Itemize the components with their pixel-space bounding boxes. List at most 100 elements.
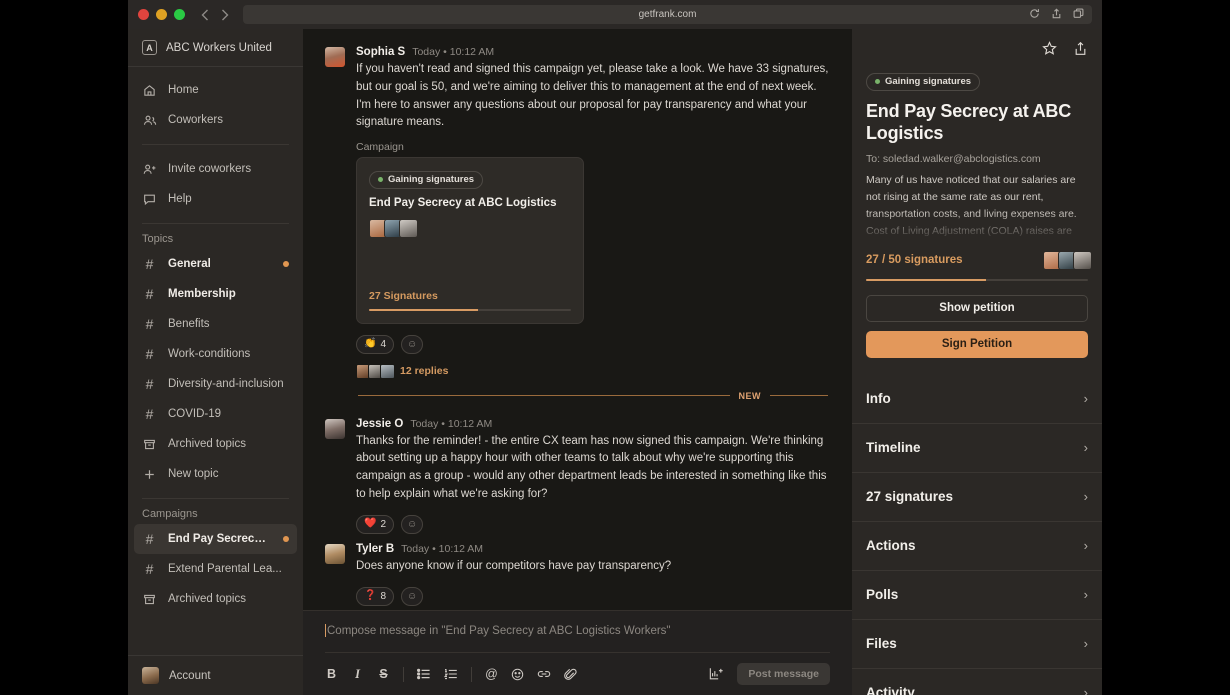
post-message-button[interactable]: Post message: [737, 663, 830, 685]
reaction-count: 2: [380, 518, 387, 530]
clap-emoji-icon: 👏: [364, 338, 377, 350]
new-badge: NEW: [738, 390, 761, 401]
address-bar[interactable]: getfrank.com: [243, 5, 1092, 24]
back-icon[interactable]: [201, 9, 209, 21]
sidebar-item-diversity-and-inclusion[interactable]: # Diversity-and-inclusion: [128, 369, 303, 399]
panel-section-activity[interactable]: Activity ›: [852, 667, 1102, 695]
toolbar-divider: [403, 666, 404, 682]
thread-replies[interactable]: 12 replies: [356, 363, 830, 379]
panel-section-polls[interactable]: Polls ›: [852, 569, 1102, 619]
sidebar-item-label: Coworkers: [168, 114, 223, 126]
sidebar-item-membership[interactable]: # Membership: [128, 279, 303, 309]
attachment-label: Campaign: [356, 141, 404, 154]
window-controls[interactable]: [138, 9, 185, 20]
signature-count-label: 27 / 50 signatures: [866, 254, 963, 266]
mention-icon[interactable]: @: [485, 666, 498, 683]
chat-column: Sophia S Today • 10:12 AM If you haven't…: [303, 29, 852, 695]
signer-avatars: [1043, 250, 1092, 270]
people-icon: [142, 114, 157, 127]
reaction-chip[interactable]: 👏 4: [356, 334, 395, 354]
hash-icon: #: [145, 316, 154, 332]
chevron-right-icon: ›: [1083, 440, 1088, 455]
minimize-window-button[interactable]: [156, 9, 167, 20]
campaign-card-title: End Pay Secrecy at ABC Logistics: [369, 196, 557, 209]
panel-section-actions[interactable]: Actions ›: [852, 520, 1102, 570]
sidebar-item-end-pay-secrecy[interactable]: # End Pay Secrecy at...: [134, 524, 297, 554]
sidebar-item-new-topic[interactable]: New topic: [128, 459, 303, 489]
add-reaction-icon[interactable]: ☺: [401, 586, 424, 606]
bulleted-list-icon[interactable]: [417, 666, 431, 683]
message-composer[interactable]: Compose message in "End Pay Secrecy at A…: [303, 610, 852, 695]
sidebar-item-invite-coworkers[interactable]: Invite coworkers: [128, 154, 303, 184]
share-icon[interactable]: [1073, 41, 1088, 61]
sign-petition-button[interactable]: Sign Petition: [866, 330, 1088, 358]
link-icon[interactable]: [537, 666, 551, 683]
sidebar-item-work-conditions[interactable]: # Work-conditions: [128, 339, 303, 369]
section-label: Info: [866, 390, 891, 406]
archive-icon: [142, 593, 157, 606]
panel-actions: [852, 29, 1102, 61]
campaigns-section-label: Campaigns: [142, 508, 198, 520]
sidebar-item-label: End Pay Secrecy at...: [168, 533, 272, 545]
workspace-name: ABC Workers United: [166, 41, 272, 54]
section-label: 27 signatures: [866, 489, 954, 504]
reload-icon[interactable]: [1029, 6, 1040, 24]
reaction-chip[interactable]: ❓ 8: [356, 586, 395, 606]
panel-section-signatures[interactable]: 27 signatures ›: [852, 471, 1102, 521]
workspace-header[interactable]: A ABC Workers United: [128, 29, 303, 67]
sidebar-item-archived-campaigns[interactable]: Archived topics: [128, 584, 303, 614]
sidebar-item-label: Invite coworkers: [168, 163, 252, 175]
workspace-avatar: A: [142, 40, 157, 55]
hash-icon: #: [145, 376, 154, 392]
close-window-button[interactable]: [138, 9, 149, 20]
account-row[interactable]: Account: [128, 655, 303, 695]
hash-icon: #: [145, 406, 154, 422]
message-text: Does anyone know if our competitors have…: [356, 559, 672, 572]
numbered-list-icon[interactable]: [444, 666, 458, 683]
person-add-icon: [142, 163, 157, 176]
reaction-chip[interactable]: ❤️ 2: [356, 514, 395, 534]
toolbar-divider: [471, 666, 472, 682]
compose-input[interactable]: Compose message in "End Pay Secrecy at A…: [325, 624, 830, 637]
star-icon[interactable]: [1042, 41, 1057, 61]
tabs-icon[interactable]: [1073, 6, 1084, 24]
strikethrough-icon[interactable]: S: [377, 666, 390, 683]
insert-poll-icon[interactable]: [709, 666, 724, 683]
section-label: Polls: [866, 587, 899, 602]
campaign-card-progress: [369, 308, 571, 311]
sidebar-item-extend-parental-leave[interactable]: # Extend Parental Lea...: [128, 554, 303, 584]
add-reaction-icon[interactable]: ☺: [401, 334, 424, 354]
reply-count-label: 12 replies: [400, 365, 449, 378]
avatar: [399, 218, 418, 238]
sidebar-divider: [142, 223, 289, 224]
sidebar-item-archived-topics[interactable]: Archived topics: [128, 429, 303, 459]
sidebar-item-help[interactable]: Help: [128, 184, 303, 214]
bold-icon[interactable]: B: [325, 666, 338, 683]
italic-icon[interactable]: I: [351, 666, 364, 683]
campaign-card[interactable]: Gaining signatures End Pay Secrecy at AB…: [356, 157, 584, 324]
forward-icon[interactable]: [221, 9, 229, 21]
chevron-right-icon: ›: [1083, 538, 1088, 553]
hash-icon: #: [145, 286, 154, 302]
maximize-window-button[interactable]: [174, 9, 185, 20]
sidebar-item-covid-19[interactable]: # COVID-19: [128, 399, 303, 429]
share-icon[interactable]: [1051, 6, 1062, 24]
panel-section-files[interactable]: Files ›: [852, 618, 1102, 668]
sidebar-item-home[interactable]: Home: [128, 75, 303, 105]
sidebar-item-label: Archived topics: [168, 438, 246, 450]
panel-section-info[interactable]: Info ›: [852, 374, 1102, 423]
chevron-right-icon: ›: [1083, 636, 1088, 651]
message-timestamp: Today • 10:12 AM: [401, 542, 484, 555]
desktop: getfrank.com A ABC Workers United Home C…: [0, 0, 1230, 695]
sidebar-item-general[interactable]: # General: [128, 249, 303, 279]
message-item: Jessie O Today • 10:12 AM Thanks for the…: [303, 411, 852, 536]
attachment-icon[interactable]: [564, 666, 577, 683]
show-petition-button[interactable]: Show petition: [866, 294, 1088, 322]
emoji-icon[interactable]: [511, 666, 524, 683]
status-badge-label: Gaining signatures: [885, 76, 972, 87]
chevron-right-icon: ›: [1083, 587, 1088, 602]
add-reaction-icon[interactable]: ☺: [401, 514, 424, 534]
sidebar-item-benefits[interactable]: # Benefits: [128, 309, 303, 339]
sidebar-item-coworkers[interactable]: Coworkers: [128, 105, 303, 135]
panel-section-timeline[interactable]: Timeline ›: [852, 422, 1102, 472]
